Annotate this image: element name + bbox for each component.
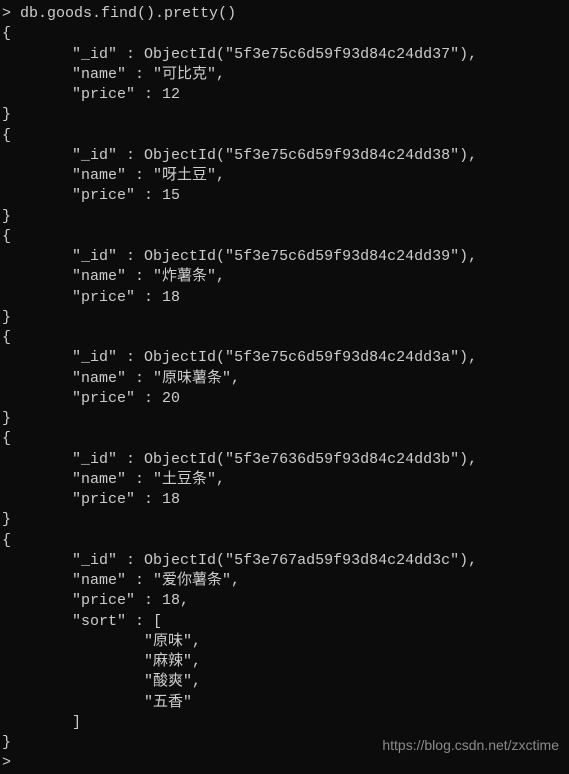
field-name: "name" : "可比克", [0, 65, 569, 85]
open-brace: { [0, 126, 569, 146]
sort-item: "麻辣", [0, 652, 569, 672]
field-price: "price" : 15 [0, 186, 569, 206]
close-brace: } [0, 308, 569, 328]
prompt-symbol: > [2, 5, 11, 22]
field-id: "_id" : ObjectId("5f3e767ad59f93d84c24dd… [0, 551, 569, 571]
close-brace: } [0, 105, 569, 125]
field-sort: "sort" : [ [0, 612, 569, 632]
field-id: "_id" : ObjectId("5f3e7636d59f93d84c24dd… [0, 450, 569, 470]
field-name: "name" : "呀土豆", [0, 166, 569, 186]
close-bracket: ] [0, 713, 569, 733]
close-brace: } [0, 409, 569, 429]
open-brace: { [0, 429, 569, 449]
sort-item: "原味", [0, 632, 569, 652]
close-brace: } [0, 510, 569, 530]
field-id: "_id" : ObjectId("5f3e75c6d59f93d84c24dd… [0, 247, 569, 267]
field-price: "price" : 12 [0, 85, 569, 105]
field-id: "_id" : ObjectId("5f3e75c6d59f93d84c24dd… [0, 348, 569, 368]
field-price: "price" : 18 [0, 288, 569, 308]
field-price: "price" : 18 [0, 490, 569, 510]
command-line: > db.goods.find().pretty() [0, 4, 569, 24]
sort-item: "五香" [0, 693, 569, 713]
field-price: "price" : 20 [0, 389, 569, 409]
field-name: "name" : "爱你薯条", [0, 571, 569, 591]
field-name: "name" : "原味薯条", [0, 369, 569, 389]
close-brace: } [0, 207, 569, 227]
field-name: "name" : "土豆条", [0, 470, 569, 490]
terminal-output: > db.goods.find().pretty() { "_id" : Obj… [0, 4, 569, 774]
open-brace: { [0, 531, 569, 551]
prompt-next[interactable]: > [0, 753, 569, 773]
open-brace: { [0, 328, 569, 348]
open-brace: { [0, 227, 569, 247]
field-id: "_id" : ObjectId("5f3e75c6d59f93d84c24dd… [0, 146, 569, 166]
watermark-text: https://blog.csdn.net/zxctime [382, 736, 559, 755]
command-text: db.goods.find().pretty() [20, 5, 236, 22]
field-name: "name" : "炸薯条", [0, 267, 569, 287]
field-id: "_id" : ObjectId("5f3e75c6d59f93d84c24dd… [0, 45, 569, 65]
field-price: "price" : 18, [0, 591, 569, 611]
sort-item: "酸爽", [0, 672, 569, 692]
open-brace: { [0, 24, 569, 44]
